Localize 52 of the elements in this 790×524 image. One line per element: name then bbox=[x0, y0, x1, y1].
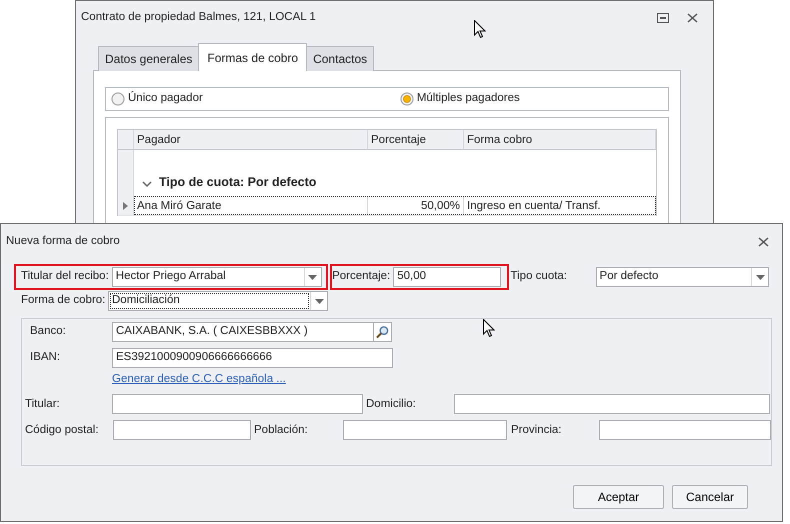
field-label: Titular: bbox=[25, 396, 61, 412]
field-label: Titular del recibo: bbox=[21, 269, 109, 284]
restore-icon[interactable] bbox=[657, 13, 669, 23]
table-cell: Ingreso en cuenta/ Transf. bbox=[464, 196, 656, 215]
table-cell: 50,00% bbox=[368, 196, 464, 215]
caret-icon[interactable] bbox=[308, 274, 318, 280]
dropdown[interactable]: Domiciliación bbox=[108, 291, 328, 311]
input-field[interactable] bbox=[454, 394, 770, 414]
input-field[interactable]: 50,00 bbox=[393, 267, 502, 287]
search-button[interactable] bbox=[373, 322, 392, 342]
table-cell: Ana Miró Garate bbox=[134, 196, 368, 215]
dialog-button[interactable]: Aceptar bbox=[573, 485, 664, 509]
radio-label: Múltiples pagadores bbox=[416, 91, 520, 106]
tab[interactable]: Contactos bbox=[306, 46, 374, 71]
field-label: Provincia: bbox=[511, 422, 562, 438]
input-field[interactable]: CAIXABANK, S.A. ( CAIXESBBXXX ) bbox=[112, 322, 374, 342]
radio-button[interactable] bbox=[111, 92, 125, 106]
group-label: Tipo de cuota: Por defecto bbox=[159, 174, 316, 192]
caret-icon[interactable] bbox=[314, 298, 324, 304]
field-label: Población: bbox=[254, 422, 309, 438]
dropdown[interactable]: Por defecto bbox=[596, 267, 770, 287]
column-header[interactable]: Porcentaje bbox=[368, 130, 464, 149]
tab[interactable]: Datos generales bbox=[98, 46, 200, 71]
field-label: Tipo cuota: bbox=[510, 269, 568, 284]
input-field[interactable] bbox=[112, 394, 363, 414]
window-title: Contrato de propiedad Balmes, 121, LOCAL 1 bbox=[81, 10, 317, 26]
field-label: Porcentaje: bbox=[332, 269, 390, 284]
dialog-title: Nueva forma de cobro bbox=[6, 234, 121, 250]
input-field[interactable]: ES3921000900906666666666 bbox=[112, 348, 393, 368]
generate-link[interactable]: Generar desde C.C.C española ... bbox=[112, 371, 286, 388]
dialog-button[interactable]: Cancelar bbox=[672, 485, 748, 509]
column-header[interactable]: Forma cobro bbox=[464, 130, 656, 149]
input-field[interactable] bbox=[113, 420, 251, 440]
close-icon[interactable] bbox=[758, 237, 769, 247]
cursor-icon bbox=[483, 319, 495, 338]
input-field[interactable] bbox=[599, 420, 771, 440]
cursor-icon bbox=[474, 20, 486, 39]
field-label: Código postal: bbox=[25, 422, 100, 438]
chevron-icon[interactable] bbox=[142, 180, 152, 189]
field-label: Domicilio: bbox=[366, 396, 417, 412]
field-label: Forma de cobro: bbox=[21, 293, 106, 308]
caret-icon[interactable] bbox=[756, 274, 765, 280]
column-header[interactable]: Pagador bbox=[134, 130, 368, 149]
radio-button[interactable] bbox=[400, 92, 414, 106]
field-label: Banco: bbox=[30, 324, 67, 340]
radio-label: Único pagador bbox=[128, 90, 203, 106]
input-field[interactable] bbox=[343, 420, 507, 440]
tab[interactable]: Formas de cobro bbox=[198, 43, 308, 71]
close-icon[interactable] bbox=[687, 13, 698, 23]
dropdown[interactable]: Hector Priego Arrabal bbox=[112, 267, 322, 287]
field-label: IBAN: bbox=[30, 350, 62, 366]
search-icon bbox=[376, 325, 389, 339]
